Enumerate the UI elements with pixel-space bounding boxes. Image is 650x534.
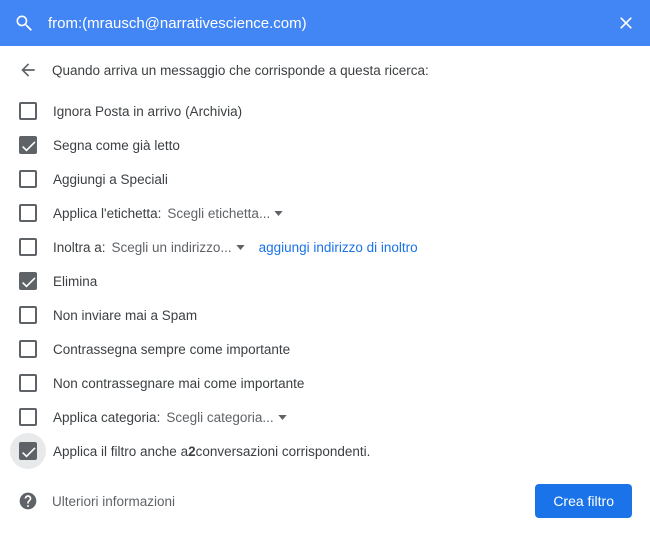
option-delete: Elimina bbox=[18, 264, 632, 298]
intro-row: Quando arriva un messaggio che corrispon… bbox=[18, 60, 632, 80]
chevron-down-icon bbox=[274, 211, 283, 216]
label-apply-label: Applica l'etichetta: Scegli etichetta... bbox=[53, 206, 283, 221]
option-category: Applica categoria: Scegli categoria... bbox=[18, 400, 632, 434]
option-always-important: Contrassegna sempre come importante bbox=[18, 332, 632, 366]
apply-label-prefix: Applica l'etichetta: bbox=[53, 206, 161, 221]
forward-dropdown[interactable]: Scegli un indirizzo... bbox=[112, 240, 245, 255]
option-also-apply: Applica il filtro anche a 2 conversazion… bbox=[18, 434, 632, 468]
checkbox-never-important[interactable] bbox=[19, 374, 37, 392]
search-header: from:(mrausch@narrativescience.com) bbox=[0, 0, 650, 46]
also-apply-prefix: Applica il filtro anche a bbox=[53, 444, 188, 459]
chevron-down-icon bbox=[236, 245, 245, 250]
apply-label-dropdown-text: Scegli etichetta... bbox=[167, 206, 270, 221]
checkbox-also-apply[interactable] bbox=[19, 442, 37, 460]
option-skip-inbox: Ignora Posta in arrivo (Archivia) bbox=[18, 94, 632, 128]
option-mark-read: Segna come già letto bbox=[18, 128, 632, 162]
option-never-spam: Non inviare mai a Spam bbox=[18, 298, 632, 332]
more-info-link[interactable]: Ulteriori informazioni bbox=[52, 494, 535, 509]
help-icon[interactable] bbox=[18, 491, 38, 511]
intro-text: Quando arriva un messaggio che corrispon… bbox=[52, 63, 429, 78]
checkbox-mark-read[interactable] bbox=[19, 136, 37, 154]
label-delete: Elimina bbox=[53, 274, 97, 289]
apply-label-dropdown[interactable]: Scegli etichetta... bbox=[167, 206, 283, 221]
label-skip-inbox: Ignora Posta in arrivo (Archivia) bbox=[53, 104, 242, 119]
search-query[interactable]: from:(mrausch@narrativescience.com) bbox=[48, 15, 616, 32]
checkbox-apply-label[interactable] bbox=[19, 204, 37, 222]
close-icon[interactable] bbox=[616, 13, 636, 33]
category-prefix: Applica categoria: bbox=[53, 410, 160, 425]
option-forward: Inoltra a: Scegli un indirizzo... aggiun… bbox=[18, 230, 632, 264]
category-dropdown-text: Scegli categoria... bbox=[166, 410, 273, 425]
label-mark-read: Segna come già letto bbox=[53, 138, 180, 153]
checkbox-star[interactable] bbox=[19, 170, 37, 188]
checkbox-always-important[interactable] bbox=[19, 340, 37, 358]
option-never-important: Non contrassegnare mai come importante bbox=[18, 366, 632, 400]
label-never-spam: Non inviare mai a Spam bbox=[53, 308, 197, 323]
label-forward: Inoltra a: Scegli un indirizzo... aggiun… bbox=[53, 240, 418, 255]
add-forward-address-link[interactable]: aggiungi indirizzo di inoltro bbox=[259, 240, 418, 255]
category-dropdown[interactable]: Scegli categoria... bbox=[166, 410, 286, 425]
checkbox-skip-inbox[interactable] bbox=[19, 102, 37, 120]
search-icon bbox=[14, 13, 34, 33]
checkbox-delete[interactable] bbox=[19, 272, 37, 290]
forward-prefix: Inoltra a: bbox=[53, 240, 106, 255]
checkbox-category[interactable] bbox=[19, 408, 37, 426]
label-also-apply: Applica il filtro anche a 2 conversazion… bbox=[53, 444, 370, 459]
label-star: Aggiungi a Speciali bbox=[53, 172, 168, 187]
chevron-down-icon bbox=[278, 415, 287, 420]
label-never-important: Non contrassegnare mai come importante bbox=[53, 376, 304, 391]
also-apply-suffix: conversazioni corrispondenti. bbox=[196, 444, 371, 459]
checkbox-never-spam[interactable] bbox=[19, 306, 37, 324]
filter-panel: Quando arriva un messaggio che corrispon… bbox=[0, 46, 650, 530]
label-always-important: Contrassegna sempre come importante bbox=[53, 342, 290, 357]
option-star: Aggiungi a Speciali bbox=[18, 162, 632, 196]
also-apply-count: 2 bbox=[188, 444, 196, 459]
back-arrow-icon[interactable] bbox=[18, 60, 38, 80]
create-filter-button[interactable]: Crea filtro bbox=[535, 484, 632, 518]
label-category: Applica categoria: Scegli categoria... bbox=[53, 410, 287, 425]
checkbox-forward[interactable] bbox=[19, 238, 37, 256]
forward-dropdown-text: Scegli un indirizzo... bbox=[112, 240, 232, 255]
footer: Ulteriori informazioni Crea filtro bbox=[18, 484, 632, 518]
option-apply-label: Applica l'etichetta: Scegli etichetta... bbox=[18, 196, 632, 230]
